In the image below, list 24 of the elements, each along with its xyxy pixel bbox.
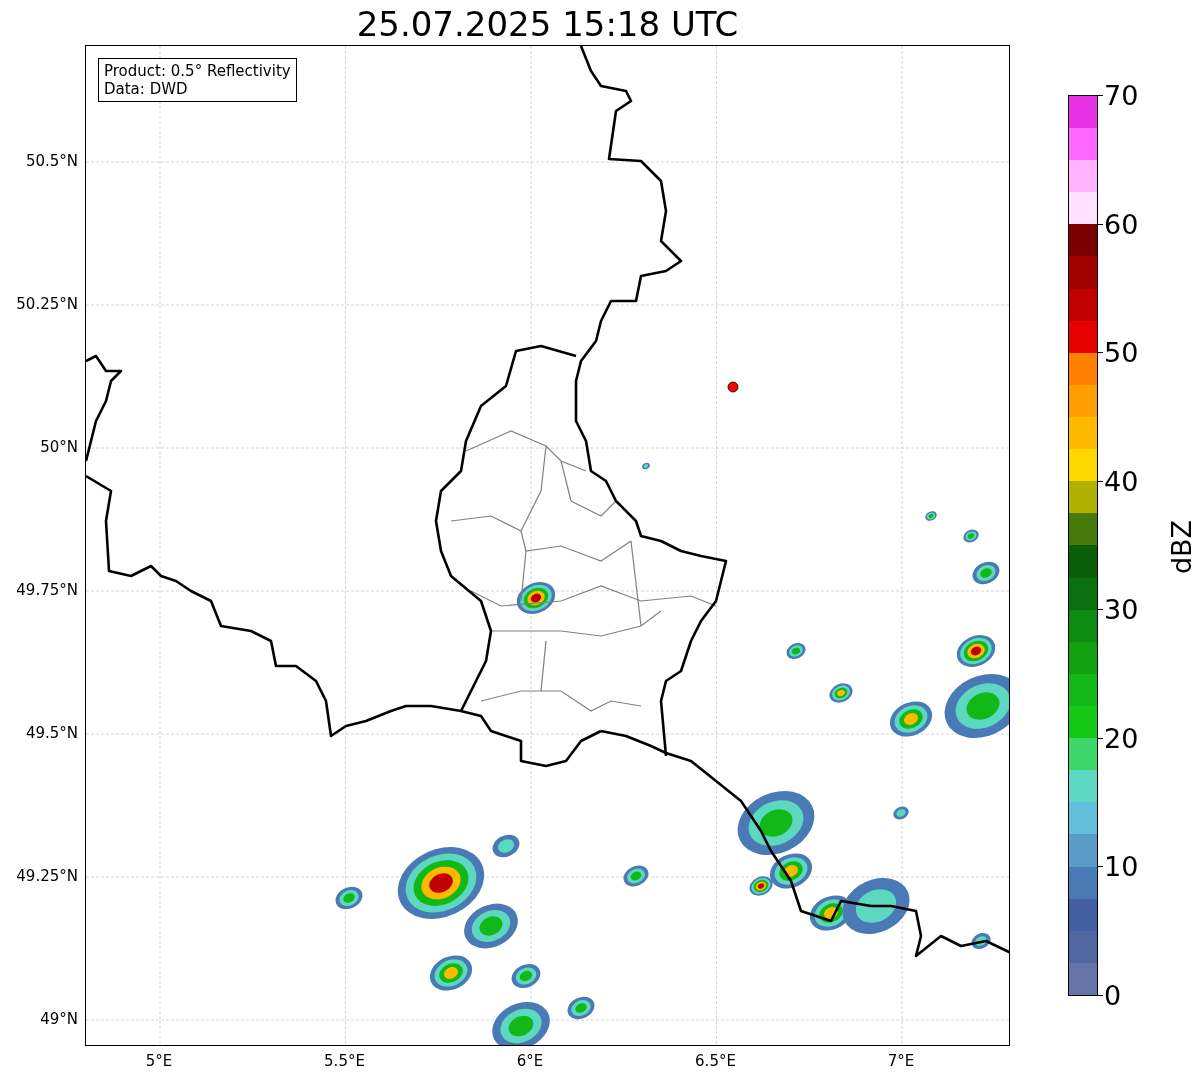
latitude-label: 49°N	[40, 1010, 78, 1028]
scale-value-label: 10	[1104, 850, 1139, 882]
scale-value-label: 20	[1104, 722, 1139, 754]
scale-unit-label: dBZ	[1165, 519, 1197, 575]
scale-value-label: 0	[1104, 979, 1122, 1011]
latitude-label: 49.5°N	[25, 724, 78, 742]
longitude-label: 6.5°E	[695, 1052, 736, 1070]
scale-value-label: 60	[1104, 208, 1139, 240]
scale-value-label: 30	[1104, 593, 1139, 625]
latitude-label: 49.75°N	[16, 581, 78, 599]
legend-text: Product: 0.5° Reflectivity	[104, 62, 291, 80]
scale-value-label: 50	[1104, 336, 1139, 368]
latitude-label: 49.25°N	[16, 867, 78, 885]
latitude-label: 50.5°N	[25, 152, 78, 170]
plot-title: 25.07.2025 15:18 UTC	[356, 4, 739, 44]
latitude-label: 50.25°N	[16, 295, 78, 313]
scale-value-label: 40	[1104, 465, 1139, 497]
latitude-label: 50°N	[40, 438, 78, 456]
longitude-label: 6°E	[516, 1052, 544, 1070]
longitude-label: 7°E	[887, 1052, 915, 1070]
scale-value-label: 70	[1104, 79, 1139, 111]
legend-text: Data: DWD	[104, 80, 189, 98]
longitude-label: 5.5°E	[324, 1052, 365, 1070]
longitude-label: 5°E	[145, 1052, 173, 1070]
